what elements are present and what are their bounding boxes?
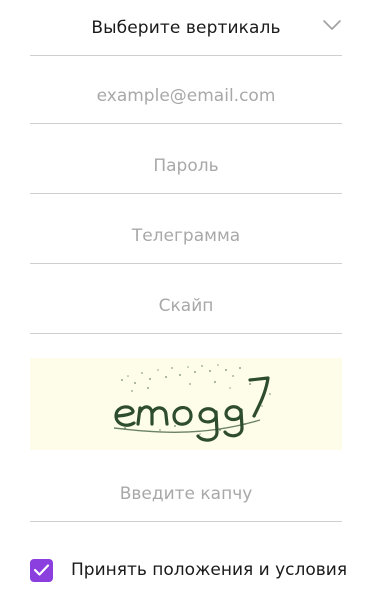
terms-label[interactable]: Принять положения и условия [71, 560, 347, 580]
telegram-field[interactable] [30, 220, 342, 251]
skype-field-wrapper [30, 278, 342, 334]
vertical-select-value: Выберите вертикаль [91, 17, 281, 38]
captcha-graphic [113, 364, 271, 442]
email-field[interactable] [30, 80, 342, 111]
vertical-select[interactable]: Выберите вертикаль [30, 0, 342, 56]
chevron-down-icon[interactable] [322, 18, 342, 32]
email-field-wrapper [30, 68, 342, 124]
captcha-image [30, 358, 342, 450]
password-field-wrapper [30, 138, 342, 194]
captcha-input[interactable] [30, 478, 342, 509]
skype-field[interactable] [30, 290, 342, 321]
telegram-field-wrapper [30, 208, 342, 264]
password-field[interactable] [30, 150, 342, 181]
check-icon [33, 564, 50, 576]
captcha-field-wrapper [30, 466, 342, 522]
terms-checkbox[interactable] [30, 558, 53, 582]
terms-row: Принять положения и условия [30, 558, 347, 582]
